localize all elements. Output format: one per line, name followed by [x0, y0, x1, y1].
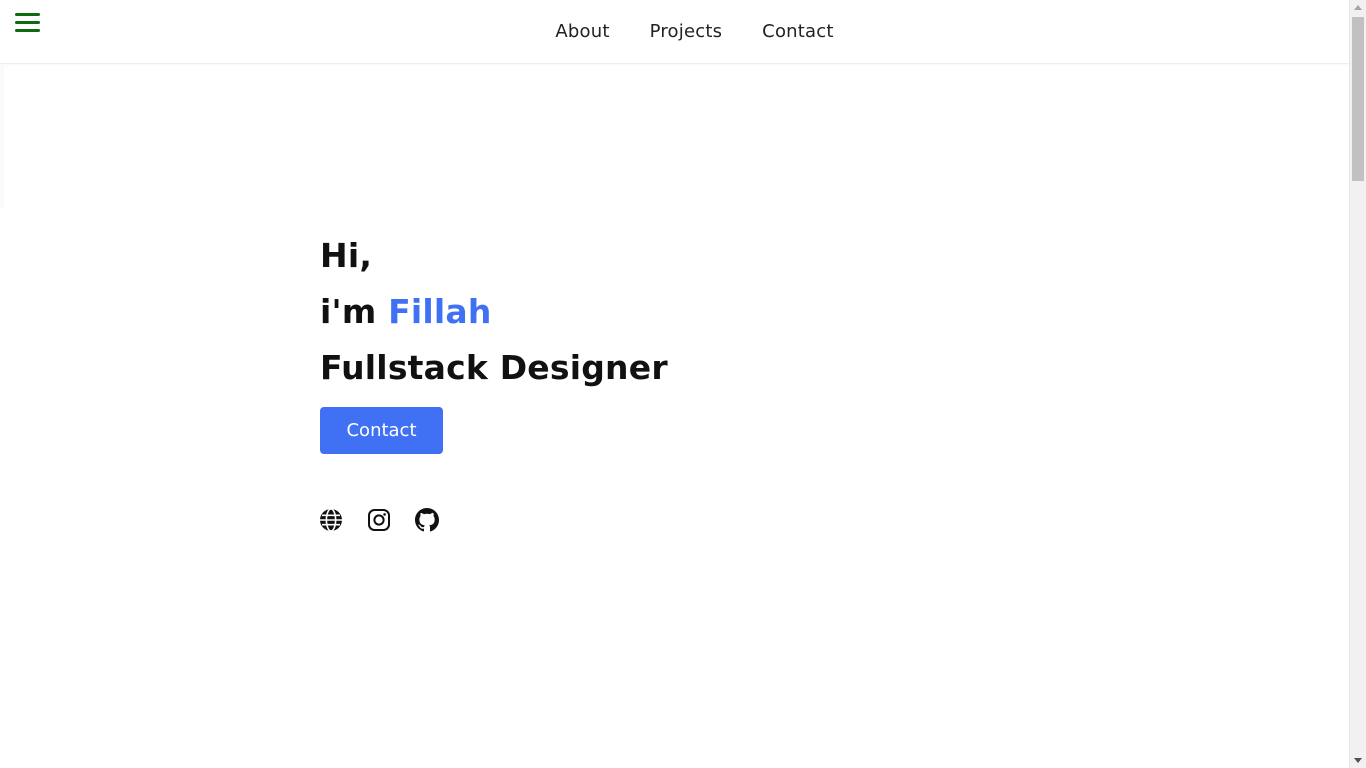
side-panel-edge [0, 64, 4, 208]
contact-button[interactable]: Contact [320, 407, 443, 454]
nav-link-about[interactable]: About [555, 21, 609, 42]
page-scrollbar[interactable] [1349, 0, 1366, 768]
page: About Projects Contact Hi, i'm Fillah Fu… [0, 0, 1366, 768]
instagram-icon[interactable] [367, 508, 391, 532]
hero-intro: i'm Fillah [320, 284, 668, 340]
navbar: About Projects Contact [0, 0, 1349, 64]
nav-link-projects[interactable]: Projects [650, 21, 723, 42]
github-icon[interactable] [415, 508, 439, 532]
hero-section: Hi, i'm Fillah Fullstack Designer [320, 228, 668, 396]
social-links [319, 508, 439, 532]
viewport: About Projects Contact Hi, i'm Fillah Fu… [0, 0, 1349, 768]
hero-intro-prefix: i'm [320, 292, 389, 331]
scroll-up-arrow-icon[interactable] [1354, 5, 1362, 10]
scroll-thumb[interactable] [1352, 17, 1364, 181]
hero-greeting: Hi, [320, 236, 373, 275]
scroll-down-arrow-icon[interactable] [1354, 758, 1362, 763]
globe-icon[interactable] [319, 508, 343, 532]
nav-link-contact[interactable]: Contact [762, 21, 833, 42]
hero-role: Fullstack Designer [320, 348, 668, 387]
nav-links: About Projects Contact [0, 0, 1349, 63]
hero-name: Fillah [388, 292, 492, 331]
